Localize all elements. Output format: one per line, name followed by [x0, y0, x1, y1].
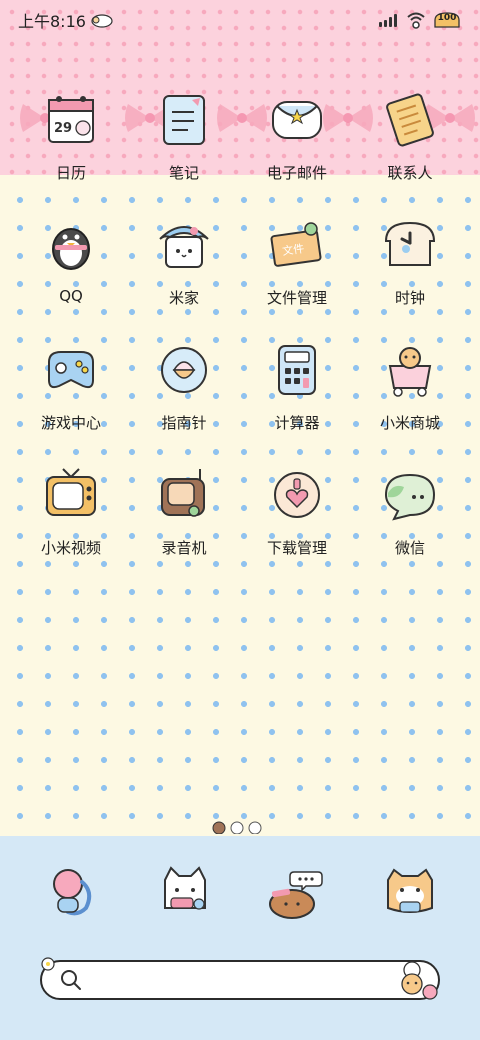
app-clock[interactable]: 时钟 — [354, 215, 466, 327]
recorder-icon — [161, 469, 205, 517]
file-manager-icon: 文件 — [270, 222, 322, 267]
app-wechat[interactable]: 微信 — [354, 465, 466, 577]
status-time: 上午8:16 — [18, 8, 114, 32]
app-notes[interactable]: 笔记 — [128, 90, 240, 202]
app-mi-store[interactable]: 小米商城 — [354, 340, 466, 452]
app-compass[interactable]: 指南针 — [128, 340, 240, 452]
download-icon — [274, 472, 320, 518]
cat-message-icon[interactable] — [155, 862, 215, 922]
mijia-icon — [159, 226, 209, 268]
app-label: 游戏中心 — [40, 414, 101, 432]
calendar-icon: 29 — [48, 96, 94, 143]
gamepad-icon — [48, 351, 94, 389]
app-label: 时钟 — [394, 289, 425, 307]
shopping-cart-icon — [388, 347, 432, 397]
app-game-center[interactable]: 游戏中心 — [15, 340, 127, 452]
app-label: 联系人 — [387, 164, 433, 182]
app-calculator[interactable]: 计算器 — [241, 340, 353, 452]
compass-icon — [161, 347, 207, 393]
app-label: 计算器 — [274, 414, 320, 432]
app-label: 日历 — [55, 164, 86, 182]
wechat-icon — [384, 473, 436, 521]
phone-icon[interactable] — [42, 862, 102, 922]
signal-icon — [379, 14, 397, 27]
bread-browser-icon[interactable] — [266, 862, 326, 922]
app-label: 米家 — [168, 289, 199, 307]
app-qq[interactable]: QQ — [15, 215, 127, 327]
app-downloads[interactable]: 下载管理 — [241, 465, 353, 577]
contacts-icon — [386, 93, 434, 147]
app-label: 笔记 — [168, 164, 199, 182]
time-text: 上午8:16 — [18, 12, 86, 31]
app-label: 微信 — [394, 539, 425, 557]
calendar-day: 29 — [54, 121, 72, 136]
app-label: 文件管理 — [266, 289, 327, 307]
clock-icon — [384, 221, 436, 266]
tv-icon — [46, 468, 96, 516]
notes-icon — [163, 95, 205, 145]
app-label: QQ — [59, 287, 83, 305]
email-icon — [272, 101, 322, 139]
app-mi-video[interactable]: 小米视频 — [15, 465, 127, 577]
status-bar: 上午8:16 100 — [0, 0, 480, 40]
app-recorder[interactable]: 录音机 — [128, 465, 240, 577]
app-calendar[interactable]: 29 日历 — [15, 90, 127, 202]
app-label: 指南针 — [161, 414, 207, 432]
flower-icon — [41, 957, 55, 971]
app-label: 小米视频 — [40, 539, 101, 557]
app-label: 录音机 — [161, 539, 207, 557]
dock-wave — [0, 837, 480, 856]
chef-bear-icon — [401, 961, 438, 1000]
wifi-icon — [407, 12, 425, 29]
calculator-icon — [278, 345, 316, 395]
app-mijia[interactable]: 米家 — [128, 215, 240, 327]
app-file-manager[interactable]: 文件 文件管理 — [241, 215, 353, 327]
status-icons: 100 — [378, 10, 462, 30]
app-label: 电子邮件 — [266, 164, 327, 182]
penguin-icon — [52, 228, 90, 270]
app-label: 下载管理 — [266, 539, 327, 557]
app-contacts[interactable]: 联系人 — [354, 90, 466, 202]
app-email[interactable]: 电子邮件 — [241, 90, 353, 202]
sheep-icon — [91, 14, 113, 28]
battery-indicator: 100 — [432, 11, 462, 29]
search-bar[interactable] — [40, 960, 440, 1000]
search-icon — [61, 970, 81, 990]
hamster-camera-icon[interactable] — [380, 862, 440, 922]
battery-level: 100 — [437, 13, 457, 23]
app-label: 小米商城 — [379, 414, 440, 432]
